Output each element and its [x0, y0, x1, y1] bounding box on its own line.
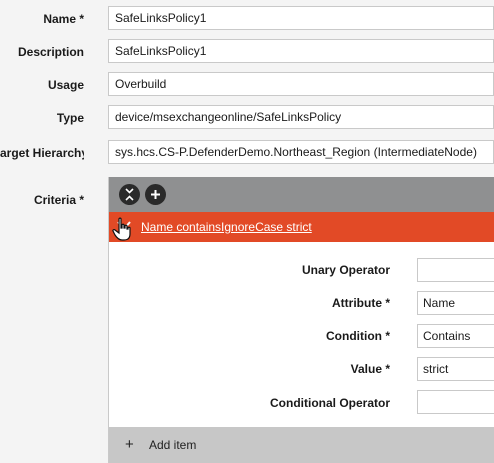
attribute-field[interactable]: Name: [417, 291, 494, 315]
unary-operator-field[interactable]: [417, 258, 494, 282]
collapse-all-icon[interactable]: [119, 184, 140, 205]
conditional-operator-field[interactable]: [417, 390, 494, 414]
description-label: Description: [17, 45, 84, 59]
value-field[interactable]: strict: [417, 357, 494, 381]
add-item-label: Add item: [149, 438, 197, 452]
type-field[interactable]: device/msexchangeonline/SafeLinksPolicy: [108, 105, 494, 129]
condition-field[interactable]: Contains: [417, 324, 494, 348]
attribute-label: Attribute *: [332, 296, 390, 310]
criteria-label: Criteria *: [33, 193, 84, 207]
usage-field[interactable]: Overbuild: [108, 72, 494, 96]
hand-cursor-icon: [112, 217, 131, 241]
add-item-button[interactable]: + Add item: [109, 427, 494, 463]
value-label: Value *: [350, 362, 390, 376]
conditional-operator-label: Conditional Operator: [270, 396, 390, 410]
rule-summary-link[interactable]: Name containsIgnoreCase strict: [141, 220, 312, 234]
add-criteria-button[interactable]: [145, 184, 166, 205]
target-hierarchy-label: arget Hierarchy: [0, 146, 84, 160]
usage-label: Usage: [47, 78, 84, 92]
plus-icon: [151, 190, 160, 199]
description-field[interactable]: SafeLinksPolicy1: [108, 39, 494, 63]
plus-icon: +: [125, 436, 134, 453]
type-label: Type: [56, 111, 84, 125]
name-field[interactable]: SafeLinksPolicy1: [108, 6, 494, 30]
condition-label: Condition *: [326, 329, 390, 343]
criteria-panel: Name containsIgnoreCase strict Unary Ope…: [108, 177, 494, 463]
target-hierarchy-field[interactable]: sys.hcs.CS-P.DefenderDemo.Northeast_Regi…: [108, 140, 494, 164]
unary-operator-label: Unary Operator: [301, 263, 390, 277]
criteria-toolbar: [109, 177, 494, 212]
criteria-rule-header[interactable]: Name containsIgnoreCase strict: [109, 212, 494, 242]
name-label: Name *: [43, 12, 84, 26]
